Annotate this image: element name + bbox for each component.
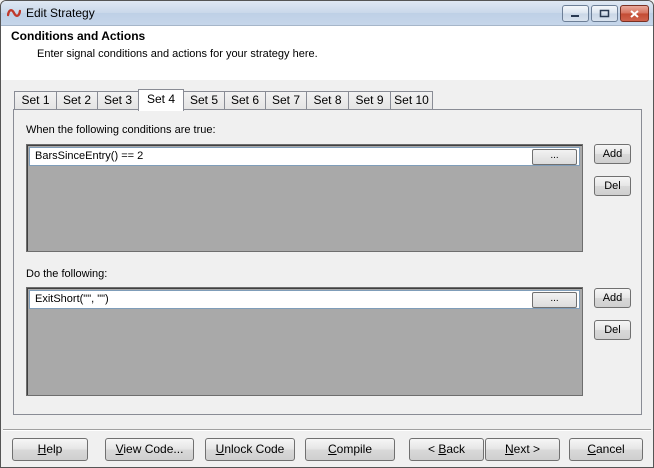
window-title: Edit Strategy [26,6,95,20]
cancel-button-accesskey: C [587,442,596,456]
next-button-accesskey: N [504,442,514,456]
tab-set-4[interactable]: Set 4 [138,89,184,111]
page-subtitle: Enter signal conditions and actions for … [37,48,318,60]
minimize-icon [571,15,579,17]
add-action-button[interactable]: Add [594,288,631,308]
del-condition-button[interactable]: Del [594,176,631,196]
tab-set-10[interactable]: Set 10 [390,91,433,110]
actions-list[interactable]: ExitShort("", "") ... [26,287,583,396]
cancel-button-label: ancel [595,442,625,456]
tab-set-3[interactable]: Set 3 [97,91,139,110]
tab-panel: When the following conditions are true: … [13,109,642,415]
list-item[interactable]: ExitShort("", "") ... [29,290,580,309]
next-button[interactable]: Next > [485,438,560,461]
app-logo-icon [7,9,21,17]
edit-action-button[interactable]: ... [532,292,577,308]
minimize-button[interactable] [562,5,589,22]
list-item[interactable]: BarsSinceEntry() == 2 ... [29,147,580,166]
tab-set-6[interactable]: Set 6 [224,91,266,110]
back-button-prefix: < [427,442,439,456]
back-button[interactable]: < Back [409,438,484,461]
action-text: ExitShort("", "") [35,293,109,305]
page-title: Conditions and Actions [11,29,146,43]
view-code-button[interactable]: View Code... [105,438,194,461]
del-action-button[interactable]: Del [594,320,631,340]
tab-set-2[interactable]: Set 2 [56,91,98,110]
footer-separator [3,429,651,431]
maximize-button[interactable] [591,5,618,22]
header-band: Conditions and Actions Enter signal cond… [1,26,653,80]
edit-strategy-window: Edit Strategy Conditions and Actions Ent… [0,0,654,468]
view-code-button-label: iew Code... [123,442,184,456]
edit-condition-button[interactable]: ... [532,149,577,165]
help-button-label: elp [46,442,63,456]
compile-button-label: ompile [336,442,373,456]
unlock-code-button-accesskey: U [215,442,225,456]
unlock-code-button[interactable]: Unlock Code [205,438,295,461]
close-icon [630,9,639,18]
tab-set-9[interactable]: Set 9 [348,91,391,110]
help-button[interactable]: Help [12,438,88,461]
compile-button[interactable]: Compile [305,438,395,461]
maximize-icon [599,9,610,18]
compile-button-accesskey: C [327,442,337,456]
actions-label: Do the following: [26,268,108,280]
back-button-label: ack [446,442,466,456]
tab-set-1[interactable]: Set 1 [14,91,57,110]
condition-text: BarsSinceEntry() == 2 [35,150,144,162]
conditions-list[interactable]: BarsSinceEntry() == 2 ... [26,144,583,252]
unlock-code-button-label: nlock Code [224,442,285,456]
next-button-label: ext > [513,442,541,456]
tab-set-8[interactable]: Set 8 [306,91,349,110]
conditions-label: When the following conditions are true: [26,124,216,136]
tab-set-5[interactable]: Set 5 [183,91,225,110]
close-button[interactable] [620,5,649,22]
tab-set-7[interactable]: Set 7 [265,91,307,110]
cancel-button[interactable]: Cancel [569,438,643,461]
title-bar[interactable]: Edit Strategy [1,1,653,26]
add-condition-button[interactable]: Add [594,144,631,164]
